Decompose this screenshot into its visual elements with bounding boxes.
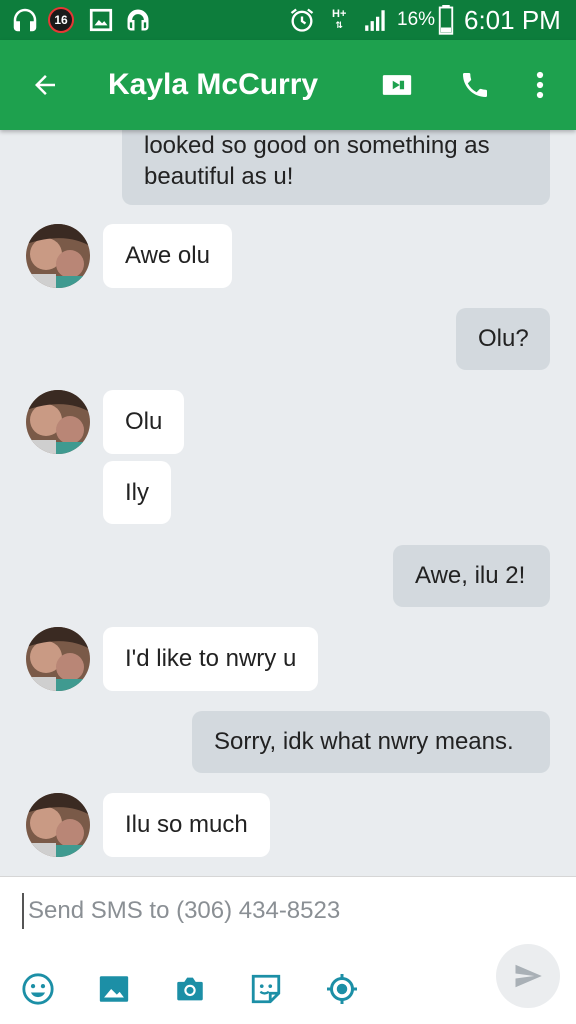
more-options-button[interactable] [520, 40, 560, 130]
message-text: Awe olu [125, 242, 210, 269]
notification-count: 16 [48, 7, 74, 33]
message-text: Olu [125, 408, 163, 435]
headphones-icon [124, 0, 152, 40]
message-text: Sorry, idk what nwry means. [214, 728, 514, 755]
message-text: Ilu so much [125, 811, 248, 838]
emoji-button[interactable] [18, 969, 58, 1009]
headphones-icon [10, 0, 40, 40]
image-button[interactable] [94, 969, 134, 1009]
more-options-icon [536, 71, 544, 99]
message-bubble-outgoing[interactable]: Awe, ilu 2! [393, 545, 550, 607]
message-text: beautiful as u! [144, 163, 294, 190]
video-call-icon [382, 75, 412, 95]
status-bar: 16 H+ ⇅ 16% 6:01 PM [0, 0, 576, 40]
network-icon: H+ ⇅ [332, 0, 346, 40]
composer [0, 876, 576, 1024]
contact-name[interactable]: Kayla McCurry [108, 40, 318, 130]
message-bubble-incoming[interactable]: Ilu so much [103, 793, 270, 857]
gallery-icon [88, 0, 114, 40]
battery-percent: 16% [397, 9, 436, 30]
message-bubble-incoming[interactable]: I'd like to nwry u [103, 627, 319, 691]
message-text: Ily [125, 478, 149, 506]
sticker-button[interactable] [246, 969, 286, 1009]
emoji-icon [22, 973, 54, 1005]
message-text: Awe, ilu 2! [415, 562, 526, 589]
back-arrow-icon [35, 75, 55, 95]
send-button[interactable] [496, 944, 560, 1008]
network-type: H+ [332, 8, 347, 20]
message-bubble-outgoing[interactable]: Sorry, idk what nwry means. [192, 711, 550, 773]
location-icon [327, 974, 357, 1004]
video-call-button[interactable] [374, 40, 420, 130]
sms-input[interactable] [22, 893, 472, 929]
message-text: Olu? [478, 325, 529, 352]
notification-count-icon: 16 [48, 0, 74, 40]
message-bubble-incoming[interactable]: Ily [103, 461, 171, 524]
message-text: looked so good on something as [144, 132, 490, 159]
phone-call-button[interactable] [452, 40, 498, 130]
sticker-icon [251, 974, 281, 1004]
app-bar: Kayla McCurry [0, 40, 576, 130]
message-text: I'd like to nwry u [125, 645, 297, 672]
avatar[interactable] [26, 793, 90, 857]
message-bubble-incoming[interactable]: Olu [103, 390, 185, 454]
location-button[interactable] [322, 969, 362, 1009]
clock: 6:01 PM [464, 4, 561, 35]
signal-icon [362, 0, 390, 40]
camera-button[interactable] [170, 969, 210, 1009]
message-bubble-outgoing[interactable]: looked so good on something as beautiful… [122, 130, 550, 205]
conversation[interactable]: looked so good on something as beautiful… [0, 130, 576, 876]
image-icon [99, 976, 129, 1002]
phone-icon [463, 73, 487, 97]
message-bubble-outgoing[interactable]: Olu? [456, 308, 550, 370]
alarm-icon [288, 0, 316, 40]
avatar[interactable] [26, 627, 90, 691]
back-button[interactable] [20, 40, 70, 130]
send-icon [515, 964, 542, 988]
avatar[interactable] [26, 224, 90, 288]
network-arrows: ⇅ [335, 20, 343, 30]
battery-icon [437, 0, 455, 40]
camera-icon [177, 977, 203, 1001]
message-bubble-incoming[interactable]: Awe olu [103, 224, 232, 288]
avatar[interactable] [26, 390, 90, 454]
